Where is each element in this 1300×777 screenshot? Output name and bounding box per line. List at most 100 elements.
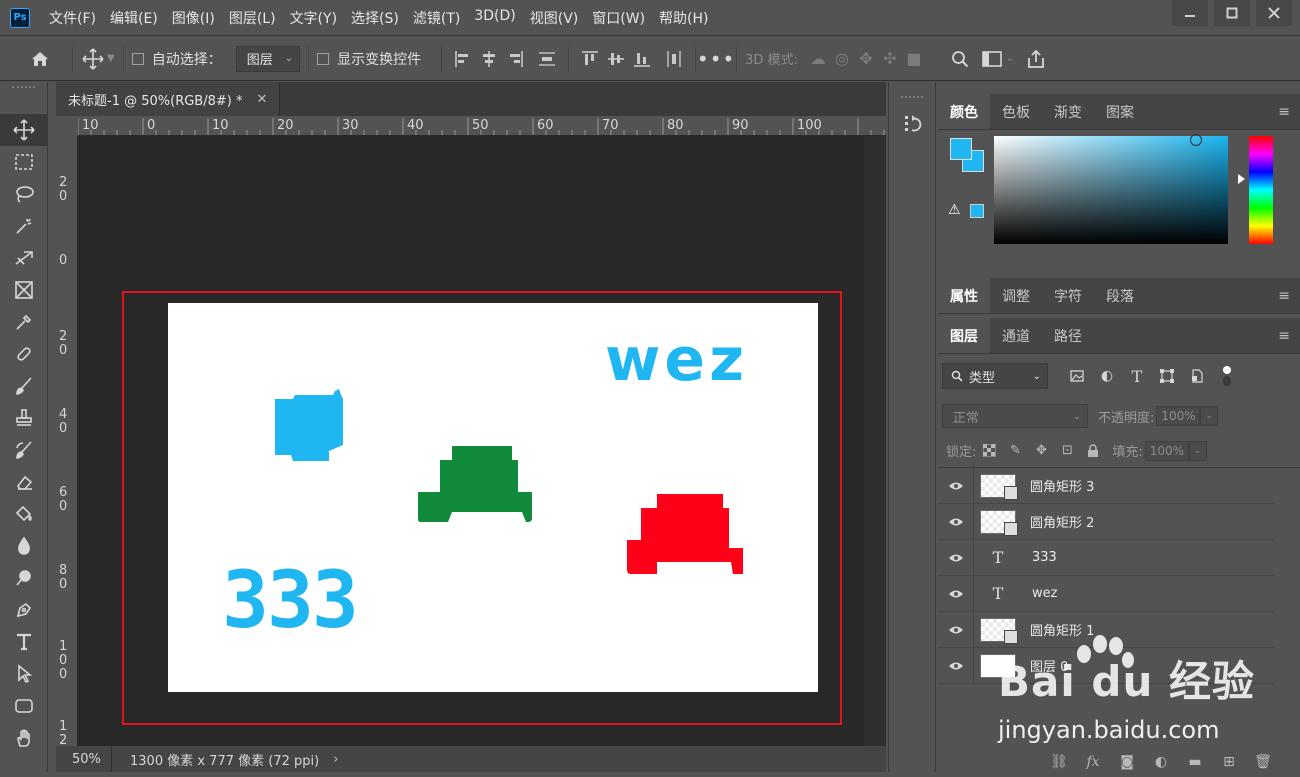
tab-channels[interactable]: 通道: [990, 318, 1042, 353]
rectangle-tool-icon[interactable]: [0, 690, 48, 722]
menu-image[interactable]: 图像(I): [172, 8, 215, 28]
folder-icon[interactable]: ▬: [1178, 754, 1212, 770]
menu-type[interactable]: 文字(Y): [290, 8, 337, 28]
trash-icon[interactable]: 🗑: [1246, 754, 1280, 770]
panel-grip[interactable]: [901, 96, 923, 102]
magic-wand-tool-icon[interactable]: [0, 210, 48, 242]
align-bottom-icon[interactable]: [629, 47, 655, 71]
document-info[interactable]: 1300 像素 x 777 像素 (72 ppi): [112, 750, 319, 769]
maximize-icon[interactable]: [1214, 0, 1250, 26]
more-options-icon[interactable]: •••: [697, 47, 734, 71]
filter-type-icon[interactable]: T: [1122, 367, 1152, 386]
menu-edit[interactable]: 编辑(E): [110, 8, 158, 28]
fx-icon[interactable]: fx: [1076, 754, 1110, 770]
text-layer-333[interactable]: 333: [222, 561, 359, 641]
auto-select-checkbox[interactable]: [131, 52, 144, 65]
filter-toggle-icon[interactable]: [1212, 365, 1242, 387]
paint-bucket-tool-icon[interactable]: [0, 498, 48, 530]
new-layer-icon[interactable]: ⊞: [1212, 754, 1246, 770]
menu-select[interactable]: 选择(S): [351, 8, 399, 28]
chevron-right-icon[interactable]: ›: [333, 752, 338, 767]
saturation-brightness-field[interactable]: [994, 134, 1228, 244]
canvas-area[interactable]: wez 333: [78, 136, 864, 746]
panel-grip[interactable]: [12, 86, 35, 92]
distribute-vertical-icon[interactable]: [661, 47, 687, 71]
hue-slider-handle[interactable]: [1238, 174, 1245, 184]
history-panel-icon[interactable]: [889, 108, 937, 140]
blend-mode-dropdown[interactable]: 正常 ⌄: [942, 404, 1088, 428]
eye-icon[interactable]: [938, 503, 974, 540]
layer-row-rounded-rect-3[interactable]: 圆角矩形 3: [938, 467, 1274, 504]
zoom-level[interactable]: 50%: [56, 746, 112, 772]
lock-all-icon[interactable]: [1080, 443, 1106, 458]
search-icon[interactable]: [948, 47, 972, 71]
close-icon[interactable]: [1256, 0, 1292, 26]
brush-tool-icon[interactable]: [0, 370, 48, 402]
marquee-tool-icon[interactable]: [0, 146, 48, 178]
layer-row-layer-0[interactable]: 图层 0: [938, 647, 1274, 684]
hand-tool-icon[interactable]: [0, 722, 48, 754]
eye-icon[interactable]: [938, 575, 974, 612]
tab-layers[interactable]: 图层: [938, 318, 990, 353]
3d-camera-icon[interactable]: ■: [902, 47, 926, 71]
home-icon[interactable]: [28, 47, 52, 71]
move-tool-icon[interactable]: [0, 114, 48, 146]
tab-swatches[interactable]: 色板: [990, 94, 1042, 129]
color-picker-handle[interactable]: [1190, 134, 1202, 146]
align-vcenter-icon[interactable]: [603, 47, 629, 71]
frame-tool-icon[interactable]: [0, 274, 48, 306]
tab-properties[interactable]: 属性: [938, 278, 990, 313]
lasso-tool-icon[interactable]: [0, 178, 48, 210]
menu-view[interactable]: 视图(V): [530, 8, 579, 28]
text-layer-wez[interactable]: wez: [605, 325, 748, 395]
tab-paragraph[interactable]: 段落: [1094, 278, 1146, 313]
artboard[interactable]: wez 333: [168, 303, 818, 692]
web-safe-swatch[interactable]: [970, 204, 984, 218]
menu-file[interactable]: 文件(F): [49, 8, 96, 28]
filter-adjustment-icon[interactable]: ◐: [1092, 368, 1122, 384]
layer-row-rounded-rect-2[interactable]: 圆角矩形 2: [938, 503, 1274, 540]
stamp-tool-icon[interactable]: [0, 402, 48, 434]
add-mask-icon[interactable]: ◙: [1110, 754, 1144, 770]
eraser-tool-icon[interactable]: [0, 466, 48, 498]
align-hcenter-icon[interactable]: [476, 47, 502, 71]
foreground-color-swatch[interactable]: [950, 138, 972, 160]
chevron-down-icon[interactable]: ⌄: [1188, 440, 1207, 461]
fill-input[interactable]: 100%: [1144, 440, 1189, 461]
path-selection-tool-icon[interactable]: [0, 658, 48, 690]
menu-layer[interactable]: 图层(L): [229, 8, 276, 28]
ruler-origin[interactable]: [56, 116, 78, 136]
eyedropper-tool-icon[interactable]: [0, 306, 48, 338]
chevron-down-icon[interactable]: ⌄: [1006, 53, 1014, 64]
menu-window[interactable]: 窗口(W): [592, 8, 645, 28]
chevron-down-icon[interactable]: ⌄: [1200, 406, 1219, 426]
move-tool-icon[interactable]: [81, 47, 105, 71]
vertical-ruler[interactable]: 2 0 0 2 0 4 0 6 0 8 0 1 0 0 1 2: [56, 136, 78, 746]
eye-icon[interactable]: [938, 611, 974, 648]
layer-filter-dropdown[interactable]: 类型 ⌄: [942, 363, 1048, 389]
horizontal-ruler[interactable]: 10 0 10 20 30 40 50 60 70 80 90 100: [78, 116, 886, 136]
vertical-scrollbar[interactable]: [864, 136, 886, 746]
panel-menu-icon[interactable]: ≡: [1278, 104, 1290, 120]
tab-adjustments[interactable]: 调整: [990, 278, 1042, 313]
tab-color[interactable]: 颜色: [938, 94, 990, 129]
lock-artboard-icon[interactable]: ⊡: [1054, 443, 1080, 458]
opacity-input[interactable]: 100%: [1156, 406, 1201, 426]
close-tab-icon[interactable]: ✕: [256, 92, 267, 107]
layer-row-rounded-rect-1[interactable]: 圆角矩形 1: [938, 611, 1274, 648]
auto-select-target-dropdown[interactable]: 图层 ⌄: [235, 45, 301, 72]
distribute-icon[interactable]: [534, 47, 560, 71]
layer-row-333[interactable]: T 333: [938, 539, 1274, 576]
tab-gradients[interactable]: 渐变: [1042, 94, 1094, 129]
3d-pan-icon[interactable]: ✥: [854, 47, 878, 71]
document-tab[interactable]: 未标题-1 @ 50%(RGB/8#) * ✕: [56, 82, 280, 116]
3d-orbit-icon[interactable]: ☁: [806, 47, 830, 71]
menu-help[interactable]: 帮助(H): [659, 8, 708, 28]
healing-brush-tool-icon[interactable]: [0, 338, 48, 370]
eye-icon[interactable]: [938, 467, 974, 504]
filter-pixel-icon[interactable]: [1062, 370, 1092, 382]
align-right-icon[interactable]: [502, 47, 528, 71]
crop-tool-icon[interactable]: [0, 242, 48, 274]
green-rounded-rect-shape[interactable]: [418, 446, 534, 524]
hue-slider[interactable]: [1249, 136, 1273, 244]
